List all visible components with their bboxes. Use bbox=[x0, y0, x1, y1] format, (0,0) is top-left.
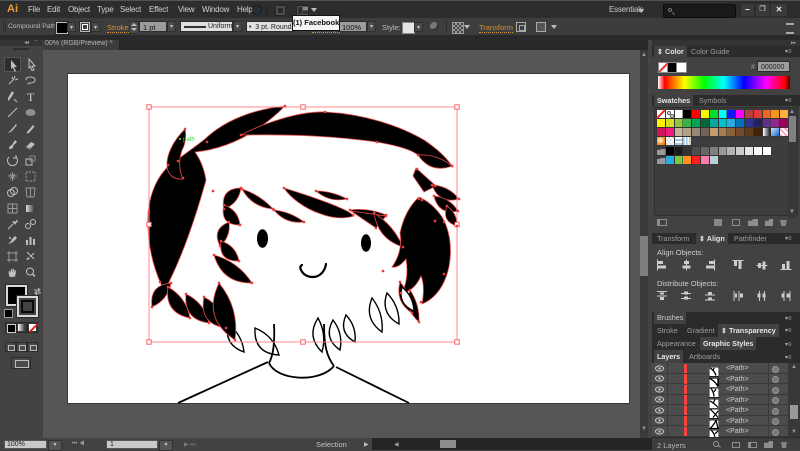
svg-text:path: path bbox=[183, 137, 195, 143]
svg-text:T: T bbox=[27, 90, 35, 103]
